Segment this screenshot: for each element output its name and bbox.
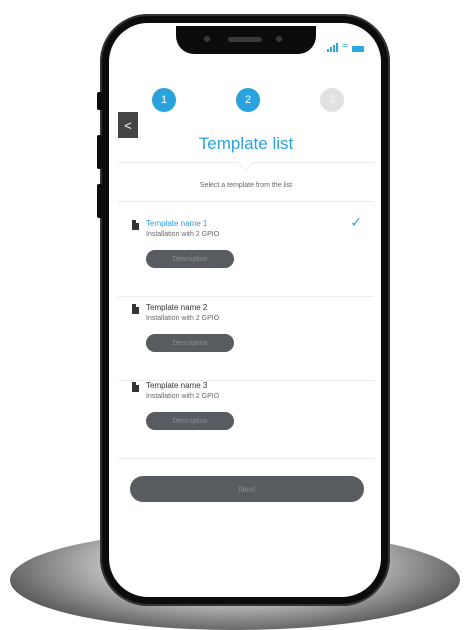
template-description: Installation with 2 GPIO xyxy=(146,393,220,400)
template-item-1[interactable]: Template name 1 Installation with 2 GPIO… xyxy=(118,214,374,297)
step-1[interactable]: 1 xyxy=(152,88,176,112)
check-icon: ✓ xyxy=(350,214,362,230)
template-item-2[interactable]: Template name 2 Installation with 2 GPIO… xyxy=(118,300,374,381)
step-2[interactable]: 2 xyxy=(236,88,260,112)
template-name: Template name 3 xyxy=(146,381,208,390)
template-name: Template name 2 xyxy=(146,303,208,312)
phone-volume-up xyxy=(97,135,103,169)
chevron-left-icon: < xyxy=(124,117,132,133)
template-item-3[interactable]: Template name 3 Installation with 2 GPIO… xyxy=(118,378,374,459)
description-button[interactable]: Description xyxy=(146,412,234,430)
page-title: Template list xyxy=(198,134,294,153)
description-button[interactable]: Description xyxy=(146,334,234,352)
document-icon xyxy=(132,220,139,230)
phone-side-button xyxy=(97,92,103,110)
signal-icon xyxy=(326,43,338,52)
battery-icon xyxy=(352,46,364,52)
template-description: Installation with 2 GPIO xyxy=(146,315,220,322)
document-icon xyxy=(132,382,139,392)
phone-volume-down xyxy=(97,184,103,218)
back-button[interactable]: < xyxy=(118,112,138,138)
speaker-icon xyxy=(228,37,262,42)
template-name: Template name 1 xyxy=(146,219,208,228)
instruction-text: Select a template from the list xyxy=(199,182,293,189)
status-bar: ≈ xyxy=(326,40,364,52)
camera-icon xyxy=(276,36,282,42)
next-button[interactable]: Next xyxy=(130,476,364,502)
stepper: 1 2 3 xyxy=(118,88,374,114)
step-3[interactable]: 3 xyxy=(320,88,344,112)
phone-notch xyxy=(176,26,316,54)
sensor-icon xyxy=(204,36,210,42)
description-button[interactable]: Description xyxy=(146,250,234,268)
document-icon xyxy=(132,304,139,314)
app-screen: ≈ 1 2 3 Template list Select a template … xyxy=(118,30,374,586)
divider-notch xyxy=(237,155,254,172)
template-description: Installation with 2 GPIO xyxy=(146,231,220,238)
wifi-icon: ≈ xyxy=(341,40,348,52)
divider xyxy=(118,201,374,202)
